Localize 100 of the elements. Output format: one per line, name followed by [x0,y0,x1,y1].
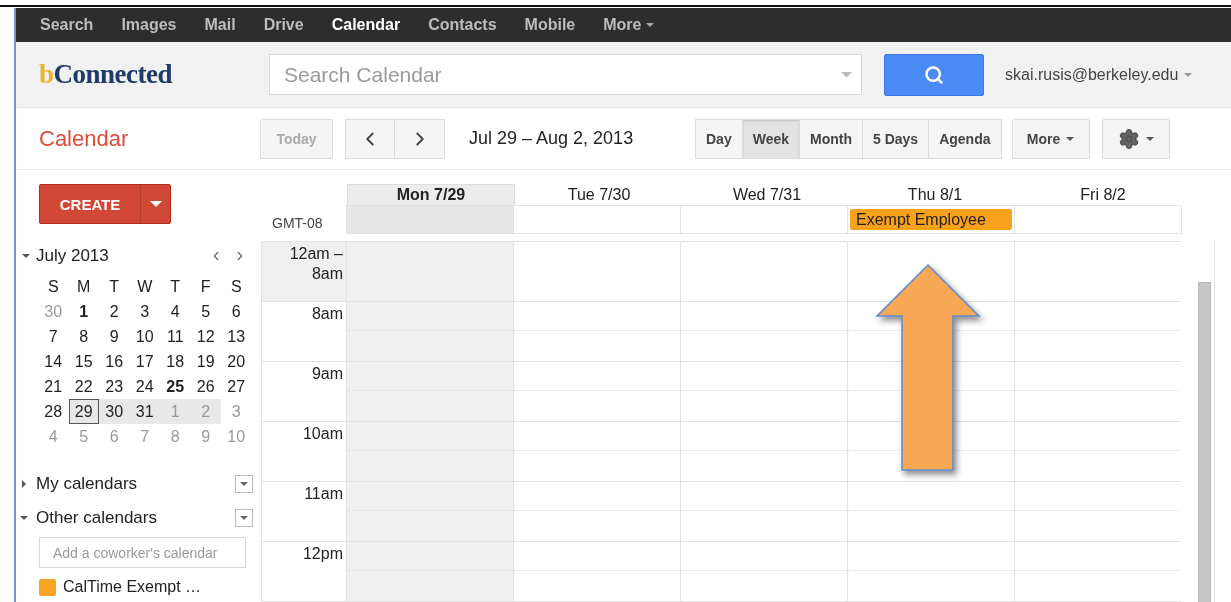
caret-icon [240,482,248,486]
weekday-label: T [108,276,121,297]
calendar-name[interactable]: CalTime Exempt … [63,578,202,596]
settings-icon [1117,127,1140,150]
mini-calendar-day[interactable]: 1 [68,299,99,324]
mini-calendar-day[interactable]: 30 [99,399,130,424]
mini-calendar-day[interactable]: 9 [99,324,130,349]
month-label: July 2013 [36,246,110,266]
mini-calendar-day[interactable]: 10 [129,324,160,349]
caret-icon [1066,136,1075,141]
mini-calendar-day[interactable]: 2 [99,299,130,324]
mini-calendar-day[interactable]: 16 [99,349,130,374]
all-day-cell[interactable] [346,205,514,234]
mini-calendar-day[interactable]: 13 [221,324,252,349]
section-title[interactable]: Other calendars [36,508,235,528]
nav-link[interactable]: Drive [263,16,304,34]
day-header[interactable]: Mon 7/29 [347,184,515,205]
next-button[interactable] [394,118,445,159]
time-label: 12pm [302,544,343,564]
scrollbar[interactable] [1198,282,1211,602]
settings-button[interactable] [1101,118,1170,159]
section-title[interactable]: My calendars [36,474,235,494]
mini-calendar-day[interactable]: 27 [221,374,252,399]
mini-calendar-day[interactable]: 8 [68,324,99,349]
time-label: 8am [311,304,343,324]
mini-calendar-day[interactable]: 12 [190,324,221,349]
search-button[interactable] [884,53,984,96]
mini-calendar-day[interactable]: 21 [38,374,69,399]
mini-calendar-day[interactable]: 23 [99,374,130,399]
mini-calendar-day[interactable]: 19 [190,349,221,374]
selected-day-slot[interactable] [346,481,514,542]
mini-calendar-day[interactable]: 20 [221,349,252,374]
mini-calendar-day[interactable]: 26 [190,374,221,399]
weekday-label: F [199,276,212,297]
previous-button[interactable] [345,118,395,159]
time-label: 9am [311,364,343,384]
mini-calendar-day[interactable]: 4 [160,299,191,324]
caret-icon[interactable] [20,514,28,522]
more-button[interactable]: More [1011,118,1090,159]
mini-calendar-day[interactable]: 6 [221,299,252,324]
mini-calendar-day[interactable]: 11 [160,324,191,349]
time-label: 10am [302,424,343,444]
nav-link[interactable]: Images [121,16,177,34]
search-field[interactable]: Search Calendar [269,54,862,95]
weekday-label: T [169,276,182,297]
selected-day-slot[interactable] [346,541,514,602]
nav-link[interactable]: Search [40,16,94,34]
color-swatch[interactable] [39,578,56,596]
nav-link[interactable]: Calendar [331,16,401,34]
account-menu[interactable]: skai.rusis@berkeley.edu [1005,65,1193,84]
add-calendar-field[interactable]: Add a coworker's calendar [39,537,246,568]
weekday-label: W [136,276,154,297]
mini-calendar-day[interactable]: 5 [190,299,221,324]
mini-calendar-day[interactable]: 28 [38,399,69,424]
timezone-label: GMT-08 [271,214,324,233]
all-day-cell[interactable] [1014,205,1182,234]
caret-icon [841,72,852,78]
logo: bConnected [39,59,174,90]
mini-calendar-day[interactable]: 31 [129,399,160,424]
mini-calendar-day[interactable]: 25 [160,374,191,399]
caret-icon [1184,72,1193,77]
caret-icon [22,254,30,258]
view-tab[interactable]: 5 Days [862,118,930,159]
nav-link[interactable]: Mail [204,16,236,34]
caret-icon [240,516,248,520]
weekday-label: M [76,276,92,297]
section-menu-button[interactable] [235,475,253,493]
time-label: 12am – 8am [288,244,343,284]
nav-link[interactable]: Mobile [524,16,576,34]
caret-icon[interactable] [20,480,28,488]
view-tab[interactable]: Month [799,118,863,159]
mini-calendar-day[interactable]: 17 [129,349,160,374]
mini-calendar-day[interactable]: 15 [68,349,99,374]
mini-calendar-day[interactable]: 14 [38,349,69,374]
app-title: Calendar [39,125,130,152]
view-tab[interactable]: Day [695,118,743,159]
date-range: Jul 29 – Aug 2, 2013 [469,128,635,149]
nav-link[interactable]: More [603,16,654,34]
search-icon [924,64,944,85]
caret-icon [645,23,654,27]
selected-day-slot[interactable] [346,421,514,482]
all-day-cell[interactable] [680,205,848,234]
mini-calendar-day[interactable]: 7 [38,324,69,349]
weekday-label: S [229,276,243,297]
view-tab[interactable]: Week [741,118,800,159]
view-tab[interactable]: Agenda [928,118,1002,159]
nav-link[interactable]: Contacts [428,16,497,34]
weekday-label: S [46,276,60,297]
mini-calendar-day[interactable]: 29 [68,399,99,424]
mini-calendar-day[interactable]: 24 [129,374,160,399]
all-day-cell[interactable] [513,205,681,234]
section-menu-button[interactable] [235,509,253,527]
selected-day-slot[interactable] [346,301,514,362]
time-label: 11am [304,484,343,504]
mini-calendar-day[interactable]: 3 [129,299,160,324]
selected-day-slot[interactable] [346,241,514,302]
caret-icon [1145,136,1154,141]
mini-calendar-day[interactable]: 18 [160,349,191,374]
selected-day-slot[interactable] [346,361,514,422]
mini-calendar-day[interactable]: 22 [68,374,99,399]
